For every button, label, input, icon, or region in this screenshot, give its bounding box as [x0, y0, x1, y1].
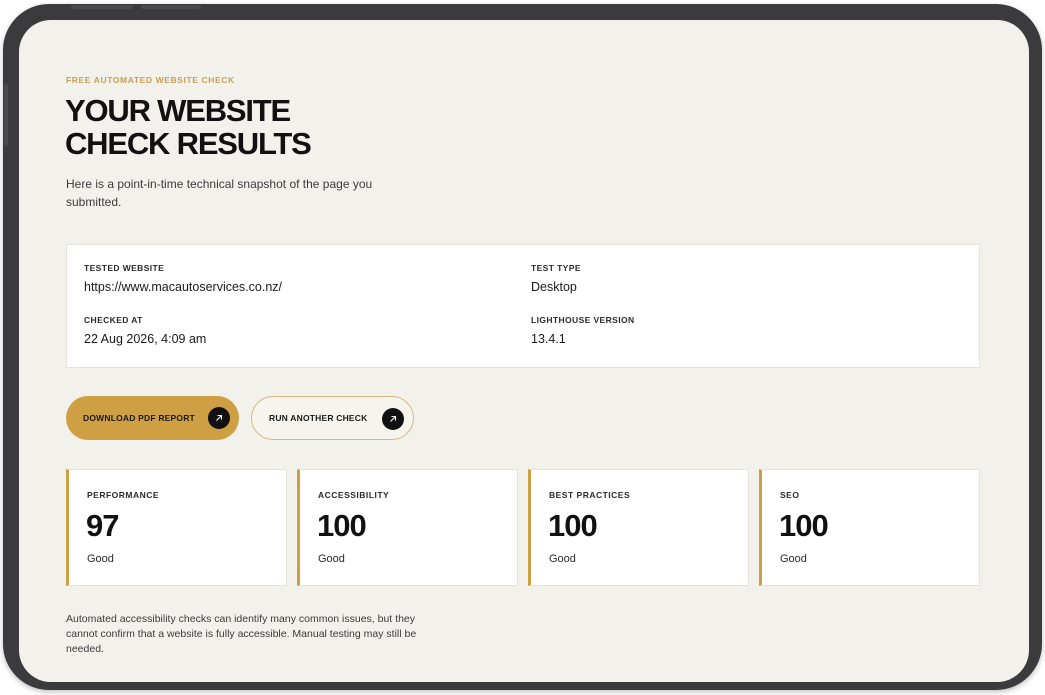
score-label: BEST PRACTICES	[549, 490, 631, 500]
score-card-seo: SEO 100 Good	[759, 469, 980, 586]
lighthouse-version-label: LIGHTHOUSE VERSION	[531, 315, 635, 325]
score-card-performance: PERFORMANCE 97 Good	[66, 469, 287, 586]
tablet-screen: FREE AUTOMATED WEBSITE CHECK YOUR WEBSIT…	[19, 20, 1029, 682]
page-title-line: YOUR WEBSITE	[65, 93, 291, 128]
arrow-up-right-icon	[382, 408, 404, 430]
score-label: PERFORMANCE	[87, 490, 160, 500]
tested-website-value: https://www.macautoservices.co.nz/	[84, 280, 282, 294]
lighthouse-version-value: 13.4.1	[531, 332, 566, 346]
score-value: 97	[86, 508, 119, 543]
test-type-field: TEST TYPE Desktop	[531, 263, 581, 294]
hardware-button	[141, 5, 201, 9]
score-label: ACCESSIBILITY	[318, 490, 390, 500]
page-subtitle: Here is a point-in-time technical snapsh…	[66, 177, 373, 209]
score-label: SEO	[780, 490, 800, 500]
test-type-value: Desktop	[531, 280, 577, 294]
page-title-line: CHECK RESULTS	[65, 126, 312, 161]
arrow-up-right-icon	[208, 407, 230, 429]
tested-website-label: TESTED WEBSITE	[84, 263, 165, 273]
score-status: Good	[87, 553, 114, 565]
hardware-button	[4, 84, 8, 146]
run-another-check-button[interactable]: RUN ANOTHER CHECK	[251, 396, 414, 440]
score-value: 100	[779, 508, 829, 543]
score-card-accessibility: ACCESSIBILITY 100 Good	[297, 469, 518, 586]
score-value: 100	[317, 508, 367, 543]
lighthouse-version-field: LIGHTHOUSE VERSION 13.4.1	[531, 315, 635, 346]
score-status: Good	[549, 553, 576, 565]
eyebrow-label: FREE AUTOMATED WEBSITE CHECK	[66, 75, 235, 85]
run-another-check-label: RUN ANOTHER CHECK	[269, 413, 368, 423]
score-status: Good	[780, 553, 807, 565]
hardware-button	[71, 5, 133, 9]
score-card-best-practices: BEST PRACTICES 100 Good	[528, 469, 749, 586]
tablet-frame: FREE AUTOMATED WEBSITE CHECK YOUR WEBSIT…	[3, 4, 1042, 690]
test-details-card: TESTED WEBSITE https://www.macautoservic…	[66, 244, 980, 368]
checked-at-field: CHECKED AT 22 Aug 2026, 4:09 am	[84, 315, 206, 346]
score-status: Good	[318, 553, 345, 565]
checked-at-label: CHECKED AT	[84, 315, 143, 325]
results-page: FREE AUTOMATED WEBSITE CHECK YOUR WEBSIT…	[19, 20, 1029, 682]
page-title: YOUR WEBSITE CHECK RESULTS	[65, 94, 465, 160]
tested-website-field: TESTED WEBSITE https://www.macautoservic…	[84, 263, 282, 294]
score-value: 100	[548, 508, 598, 543]
test-type-label: TEST TYPE	[531, 263, 581, 273]
checked-at-value: 22 Aug 2026, 4:09 am	[84, 332, 207, 346]
download-pdf-report-label: DOWNLOAD PDF REPORT	[83, 413, 195, 423]
accessibility-disclaimer: Automated accessibility checks can ident…	[66, 613, 417, 655]
download-pdf-report-button[interactable]: DOWNLOAD PDF REPORT	[66, 396, 239, 440]
